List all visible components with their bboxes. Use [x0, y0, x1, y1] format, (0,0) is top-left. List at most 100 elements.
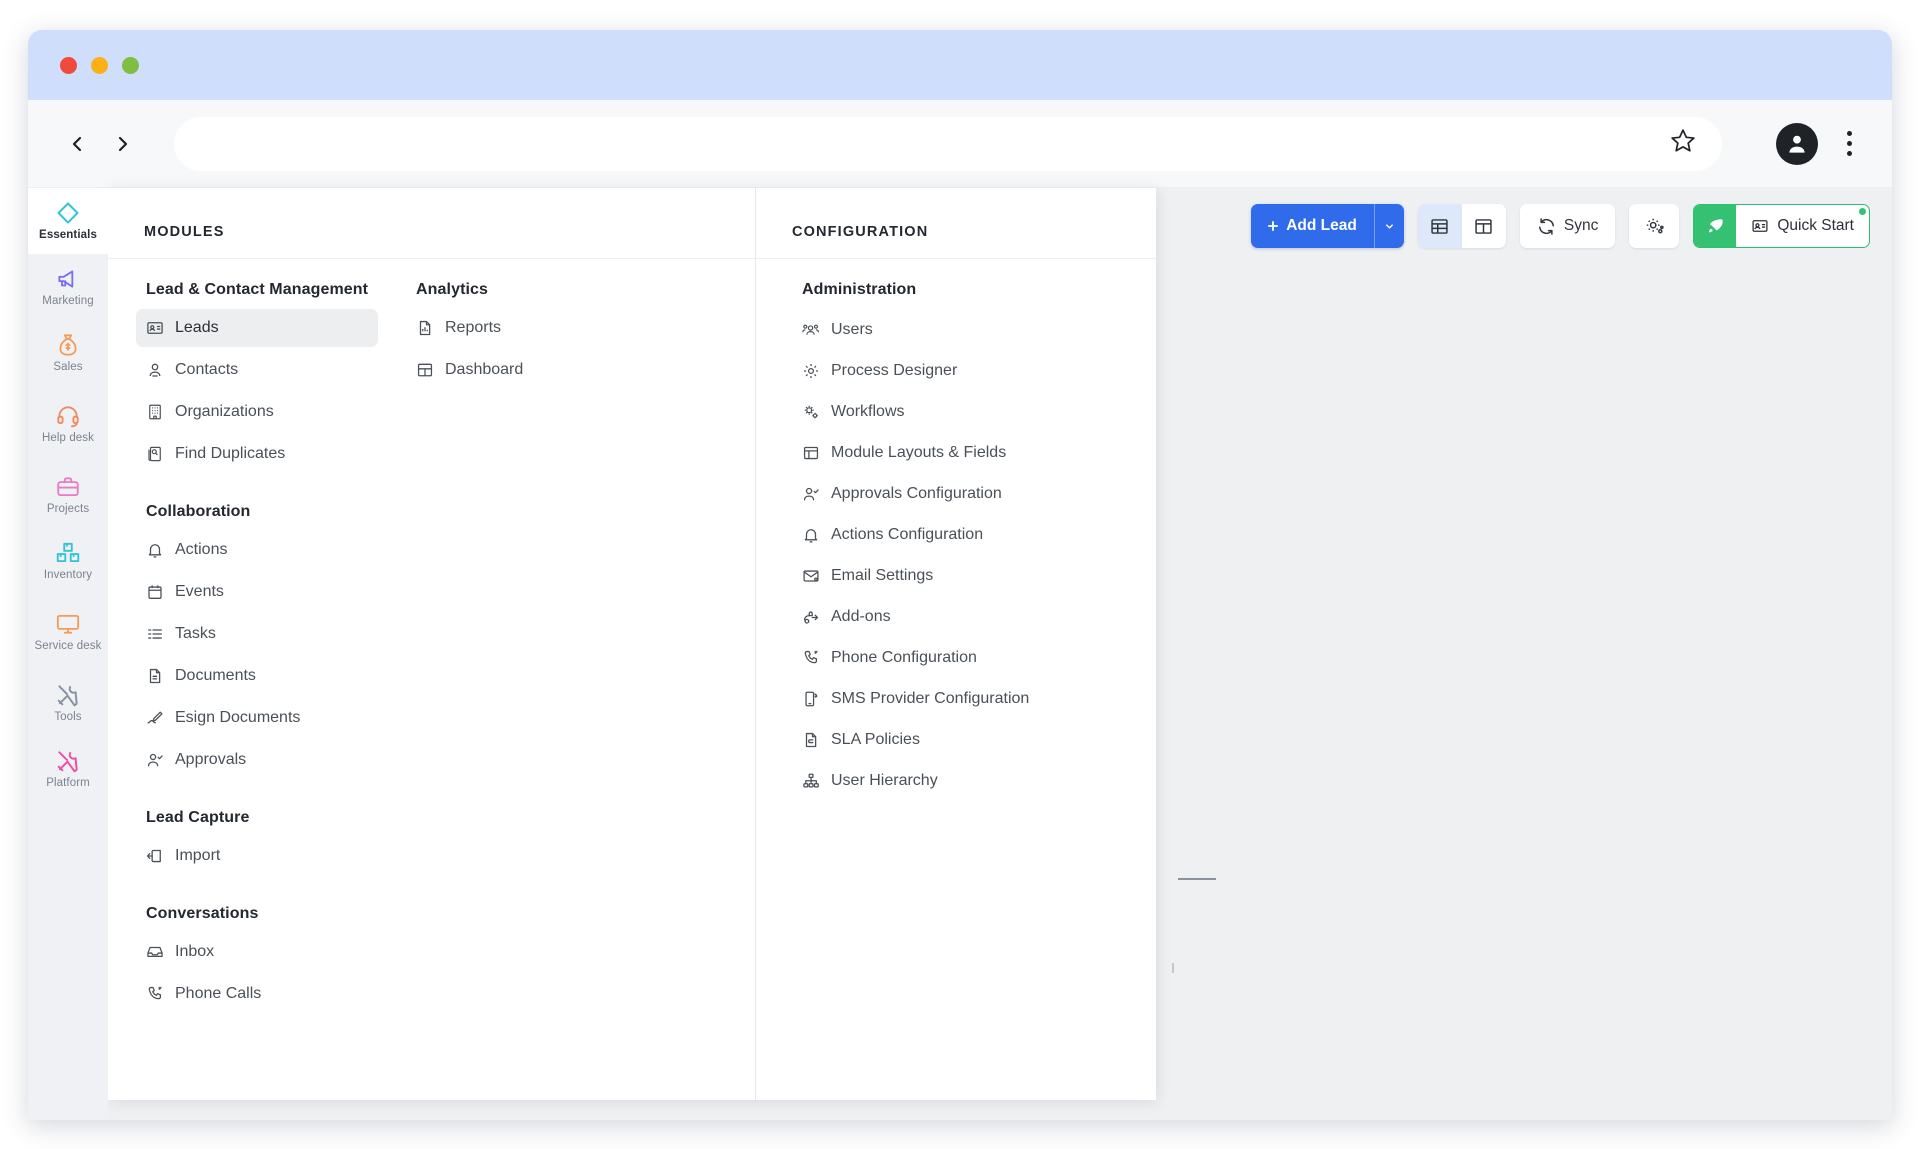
- settings-button[interactable]: [1629, 204, 1680, 248]
- group-lead-contact-management: Lead & Contact Management Leads Contacts…: [108, 281, 378, 1017]
- rail-item-service-desk[interactable]: Service desk: [28, 594, 108, 670]
- forward-button[interactable]: [100, 121, 146, 167]
- group-title: Administration: [802, 281, 917, 298]
- account-avatar-icon: [1789, 135, 1805, 153]
- menu-item-label: Actions Configuration: [831, 525, 984, 543]
- plus-icon: [1268, 220, 1279, 232]
- rail-item-platform[interactable]: Platform: [28, 736, 108, 802]
- menu-item-label: Approvals: [175, 751, 247, 768]
- menu-item-documents[interactable]: Documents: [136, 657, 378, 695]
- signature-pen-icon: [147, 711, 163, 724]
- document-icon: [149, 668, 161, 684]
- duplicate-icon: [148, 446, 161, 462]
- group-title: Conversations: [146, 905, 259, 922]
- menu-item-import[interactable]: Import: [136, 837, 378, 875]
- menu-item-label: Users: [831, 320, 873, 338]
- menu-item-find-duplicates[interactable]: Find Duplicates: [136, 435, 378, 473]
- rail-label: Marketing: [42, 295, 94, 308]
- app-left-rail: Essentials Marketing Sales Help desk Pro…: [28, 188, 108, 1120]
- rail-item-sales[interactable]: Sales: [28, 320, 108, 386]
- menu-item-actions[interactable]: Actions: [136, 531, 378, 569]
- menu-item-label: SMS Provider Configuration: [831, 689, 1030, 707]
- window-close-button[interactable]: [60, 56, 77, 74]
- modules-column: MODULES Lead & Contact Management Leads …: [108, 188, 756, 1100]
- address-bar[interactable]: [174, 116, 1722, 171]
- menu-item-label: Email Settings: [831, 566, 934, 584]
- add-lead-dropdown-toggle[interactable]: [1373, 204, 1404, 248]
- person-check-icon: [803, 487, 819, 500]
- menu-item-actions-configuration[interactable]: Actions Configuration: [792, 514, 1156, 555]
- menu-item-contacts[interactable]: Contacts: [136, 351, 378, 389]
- building-icon: [149, 404, 161, 420]
- profile-avatar[interactable]: [1776, 122, 1818, 165]
- back-button[interactable]: [54, 121, 100, 167]
- rail-item-inventory[interactable]: Inventory: [28, 528, 108, 594]
- rail-item-essentials[interactable]: Essentials: [28, 188, 108, 254]
- sync-label: Sync: [1563, 217, 1599, 234]
- bell-icon: [148, 544, 162, 558]
- configuration-column: CONFIGURATION Administration Users Proce…: [756, 188, 1156, 1100]
- quick-start-button[interactable]: Quick Start: [1693, 204, 1870, 248]
- rail-item-projects[interactable]: Projects: [28, 462, 108, 528]
- menu-item-tasks[interactable]: Tasks: [136, 615, 378, 653]
- menu-item-approvals-configuration[interactable]: Approvals Configuration: [792, 473, 1156, 514]
- menu-item-reports[interactable]: Reports: [406, 309, 648, 347]
- tools-icon: [57, 685, 78, 707]
- menu-item-process-designer[interactable]: Process Designer: [792, 350, 1156, 391]
- menu-item-add-ons[interactable]: Add-ons: [792, 596, 1156, 637]
- menu-item-label: Module Layouts & Fields: [831, 443, 1007, 461]
- hierarchy-icon: [803, 773, 819, 787]
- sync-button[interactable]: Sync: [1519, 204, 1616, 248]
- kanban-view-button[interactable]: [1462, 204, 1506, 248]
- chevron-down-icon: [1385, 223, 1393, 229]
- menu-item-label: Esign Documents: [175, 709, 301, 726]
- menu-item-dashboard[interactable]: Dashboard: [406, 351, 648, 389]
- bell-icon: [804, 528, 818, 543]
- rail-item-help-desk[interactable]: Help desk: [28, 386, 108, 462]
- add-lead-button[interactable]: Add Lead: [1251, 204, 1404, 248]
- menu-item-label: Documents: [175, 667, 256, 684]
- diamond-icon: [57, 202, 79, 224]
- menu-item-module-layouts-fields[interactable]: Module Layouts & Fields: [792, 432, 1156, 473]
- menu-item-sms-provider-configuration[interactable]: SMS Provider Configuration: [792, 678, 1156, 719]
- boxes-icon: [56, 542, 80, 563]
- menu-item-phone-configuration[interactable]: Phone Configuration: [792, 637, 1156, 678]
- menu-item-label: SLA Policies: [831, 730, 920, 748]
- menu-item-user-hierarchy[interactable]: User Hierarchy: [792, 760, 1156, 801]
- rail-label: Inventory: [43, 569, 93, 582]
- quick-start-label: Quick Start: [1777, 217, 1854, 234]
- menu-item-esign-documents[interactable]: Esign Documents: [136, 699, 378, 737]
- headset-icon: [57, 406, 79, 428]
- megaphone-icon: [58, 270, 74, 288]
- menu-item-workflows[interactable]: Workflows: [792, 391, 1156, 432]
- group-analytics: Analytics Reports Dashboard: [378, 281, 648, 1017]
- kanban-view-icon: [1475, 218, 1493, 234]
- bookmark-star-icon[interactable]: [1670, 128, 1696, 159]
- workflow-gears-icon: [804, 405, 818, 418]
- menu-item-events[interactable]: Events: [136, 573, 378, 611]
- menu-item-users[interactable]: Users: [792, 309, 1156, 350]
- menu-item-leads[interactable]: Leads: [136, 309, 378, 347]
- phone-icon: [804, 650, 818, 663]
- rail-item-tools[interactable]: Tools: [28, 670, 108, 736]
- menu-item-phone-calls[interactable]: Phone Calls: [136, 975, 378, 1013]
- rail-item-marketing[interactable]: Marketing: [28, 254, 108, 320]
- browser-menu-button[interactable]: [1832, 123, 1866, 165]
- menu-item-approvals[interactable]: Approvals: [136, 741, 378, 779]
- group-administration: Administration Users Process Designer Wo…: [756, 281, 1156, 801]
- menu-item-inbox[interactable]: Inbox: [136, 933, 378, 971]
- menu-item-sla-policies[interactable]: SLA Policies: [792, 719, 1156, 760]
- dashboard-grid-icon: [417, 363, 433, 377]
- rail-label: Projects: [46, 503, 90, 516]
- quick-start-badge: [1859, 208, 1866, 215]
- window-maximize-button[interactable]: [122, 56, 139, 74]
- menu-item-organizations[interactable]: Organizations: [136, 393, 378, 431]
- group-title: Analytics: [416, 281, 489, 298]
- table-view-button[interactable]: [1417, 204, 1462, 248]
- tools-pink-icon: [57, 751, 78, 773]
- rocket-icon-container: [1694, 205, 1737, 247]
- window-minimize-button[interactable]: [91, 56, 108, 74]
- browser-window: Essentials Marketing Sales Help desk Pro…: [28, 30, 1892, 1120]
- modules-mega-menu: MODULES Lead & Contact Management Leads …: [108, 188, 1156, 1100]
- menu-item-email-settings[interactable]: Email Settings: [792, 555, 1156, 596]
